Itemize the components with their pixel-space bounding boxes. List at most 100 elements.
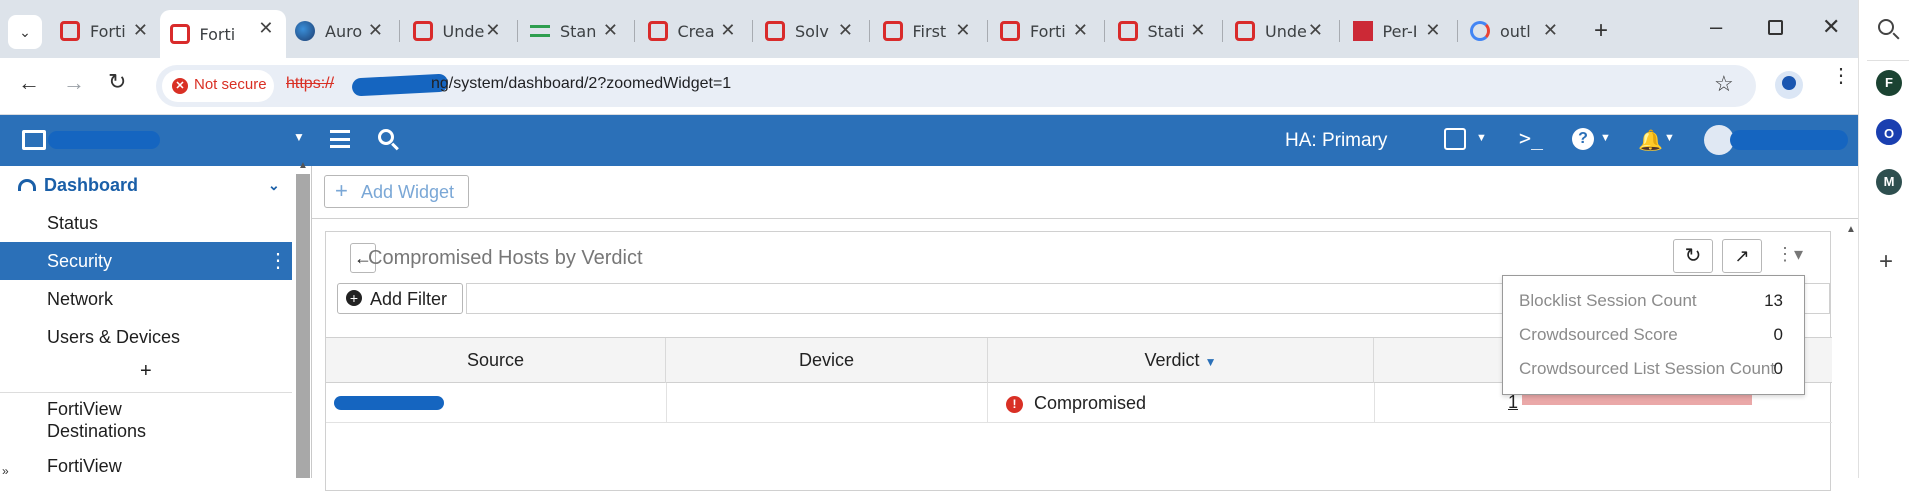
minimize-button[interactable]: – [1710,14,1722,40]
tooltip-label-blocklist: Blocklist Session Count [1519,291,1697,310]
expand-external-button[interactable]: ↗ [1722,239,1762,273]
refresh-button[interactable]: ↻ [1673,239,1713,273]
help-dropdown-icon[interactable]: ▼ [1600,132,1611,144]
browser-tab[interactable]: Solv ✕ [755,12,865,50]
host-dropdown-icon[interactable]: ▼ [293,130,305,144]
chrome-menu-icon[interactable]: ⋮ [1831,66,1851,86]
tab-close-icon[interactable]: ✕ [368,20,383,41]
browser-tab[interactable]: First ✕ [873,12,983,50]
browser-tab[interactable]: Stati ✕ [1108,12,1218,50]
tab-close-icon[interactable]: ✕ [1073,20,1088,41]
browser-tab[interactable]: Forti ✕ [990,12,1100,50]
not-secure-label: Not secure [194,76,267,93]
search-icon[interactable] [1878,19,1894,35]
column-header-device[interactable]: Device [666,338,988,383]
browser-tab[interactable]: Auro ✕ [285,12,395,50]
side-avatar-f[interactable]: F [1876,70,1902,96]
nav-item-users-devices[interactable]: Users & Devices [0,318,292,356]
tab-close-icon[interactable]: ✕ [603,20,618,41]
google-icon [1470,21,1490,41]
add-dashboard-button[interactable]: + [0,352,292,390]
back-button[interactable]: ← [18,70,40,96]
search-icon-handle [391,142,399,151]
scroll-up-arrow-icon[interactable]: ▲ [298,160,308,171]
browser-tab[interactable]: Per-I ✕ [1343,12,1453,50]
nav-item-fortiview-more[interactable]: FortiView [47,456,122,477]
address-bar[interactable]: ✕ Not secure https:// ng/system/dashboar… [156,65,1756,107]
not-secure-chip[interactable]: ✕ Not secure [162,70,274,102]
main-scroll-up-arrow-icon[interactable]: ▲ [1846,224,1856,235]
tab-close-icon[interactable]: ✕ [258,18,273,39]
side-avatar-m[interactable]: M [1876,169,1902,195]
browser-tab[interactable]: Crea ✕ [638,12,748,50]
nav-scrollbar[interactable] [296,174,310,478]
side-divider [1867,60,1909,61]
bookmark-star-icon[interactable]: ☆ [1714,71,1734,97]
person-icon [1782,76,1796,90]
tab-close-icon[interactable]: ✕ [1190,20,1205,41]
tab-close-icon[interactable]: ✕ [1543,20,1558,41]
count-value[interactable]: 1 [1508,392,1518,413]
ha-status[interactable]: HA: Primary [1285,130,1387,152]
hamburger-menu-icon[interactable] [330,130,350,148]
restore-button[interactable] [1768,20,1783,35]
column-header-source[interactable]: Source [326,338,666,383]
widget-kebab-icon[interactable]: ⋮▾ [1776,244,1803,265]
browser-tab[interactable]: outl ✕ [1460,12,1570,50]
tab-search-button[interactable]: ⌄ [8,15,42,49]
notification-bell-icon[interactable]: 🔔 [1638,128,1663,153]
device-lock-icon[interactable] [1444,128,1466,150]
add-widget-button[interactable]: + Add Widget [324,175,469,208]
nav-item-network[interactable]: Network [0,280,292,318]
add-circle-icon: + [346,290,362,306]
nav-item-security[interactable]: Security ⋮ [0,242,292,280]
reload-button[interactable]: ↻ [108,69,126,95]
fortigate-header: ▼ HA: Primary ▼ >_ ? ▼ 🔔 ▼ [0,115,1858,166]
fortinet-icon [882,21,903,41]
side-avatar-o[interactable]: O [1876,119,1902,145]
nav-section-dashboard[interactable]: Dashboard ⌄ [0,166,292,204]
nav-item-status[interactable]: Status [0,204,292,242]
browser-toolbar: ← → ↻ ✕ Not secure https:// ng/system/da… [0,58,1858,115]
tab-separator [1456,20,1458,42]
bell-dropdown-icon[interactable]: ▼ [1664,132,1675,144]
device-dropdown-icon[interactable]: ▼ [1476,132,1487,144]
device-cell [666,383,988,423]
tooltip-value-crowd-score: 0 [1773,325,1783,344]
column-header-verdict[interactable]: Verdict ▼ [988,338,1374,383]
zotero-icon [1352,21,1373,41]
browser-tab[interactable]: Stan ✕ [520,12,630,50]
tab-close-icon[interactable]: ✕ [720,20,735,41]
tab-separator [869,20,870,42]
fortinet-icon [1000,21,1020,41]
close-window-button[interactable]: ✕ [1822,14,1840,40]
green-link-icon [530,25,550,37]
search-icon-handle [1892,32,1900,40]
help-icon[interactable]: ? [1572,128,1594,150]
tab-close-icon[interactable]: ✕ [133,20,148,41]
tab-close-icon[interactable]: ✕ [485,20,500,41]
nav-item-fortiview-destinations[interactable]: FortiView Destinations [47,398,187,442]
new-tab-button[interactable]: + [1594,17,1608,45]
browser-tab-title: Forti [90,21,126,41]
tab-close-icon[interactable]: ✕ [838,20,853,41]
tab-close-icon[interactable]: ✕ [1425,20,1440,41]
tab-close-icon[interactable]: ✕ [955,20,970,41]
forward-button[interactable]: → [63,70,85,96]
browser-tab[interactable]: Unde ✕ [1225,12,1335,50]
browser-tab-title: outl [1500,21,1531,41]
browser-tab[interactable]: Forti ✕ [50,12,160,50]
cli-console-icon[interactable]: >_ [1519,126,1543,150]
add-side-item-button[interactable]: + [1879,248,1893,276]
profile-avatar[interactable] [1775,71,1803,99]
verdict-header-label: Verdict [1144,350,1200,370]
add-filter-button[interactable]: + Add Filter [337,283,463,314]
tab-separator [634,20,635,42]
verdict-cell: ! Compromised [1006,383,1146,423]
browser-tab[interactable]: Forti ✕ [159,10,286,58]
tab-close-icon[interactable]: ✕ [1308,20,1323,41]
kebab-menu-icon[interactable]: ⋮ [268,242,288,280]
redacted-source-ip [334,396,444,410]
browser-tab[interactable]: Unde ✕ [403,12,513,50]
fortigate-logo-icon [22,130,46,150]
